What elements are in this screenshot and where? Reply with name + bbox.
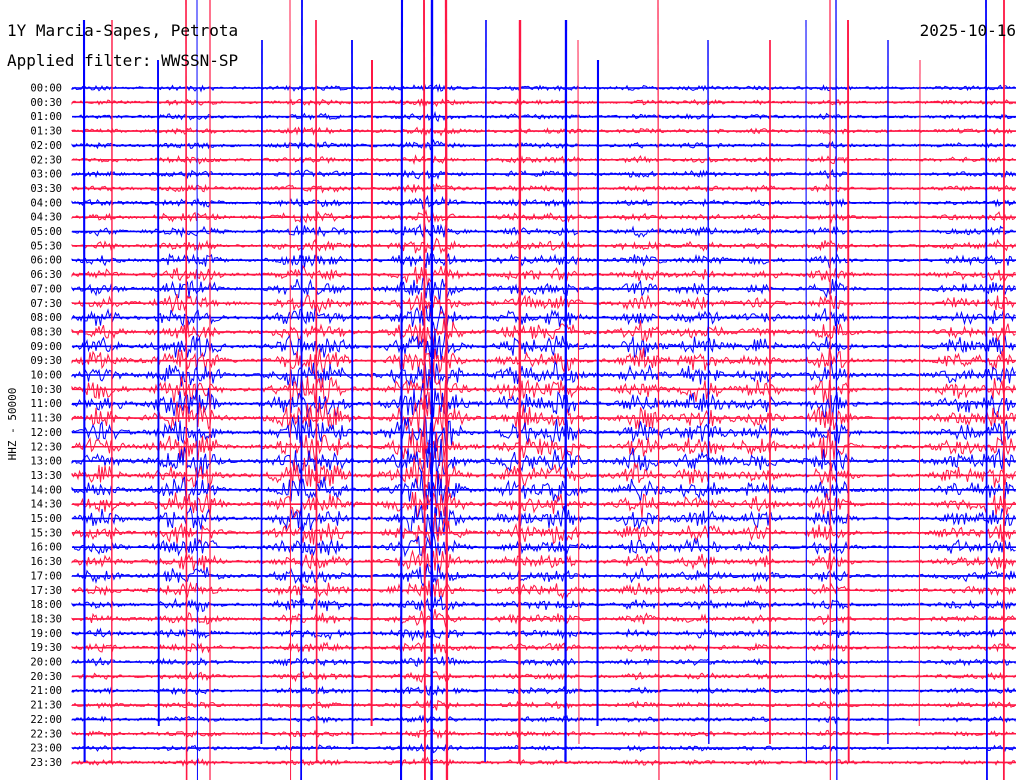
time-tick-label: 05:00 (30, 226, 62, 238)
time-tick-label: 23:00 (30, 743, 62, 755)
time-tick-label: 02:00 (30, 140, 62, 152)
time-tick-label: 14:00 (30, 484, 62, 496)
time-tick-label: 16:30 (30, 556, 62, 568)
trace-spike (185, 0, 188, 780)
time-tick-label: 00:30 (30, 97, 62, 109)
time-tick-label: 15:30 (30, 527, 62, 539)
time-tick-label: 07:00 (30, 283, 62, 295)
time-tick-label: 16:00 (30, 542, 62, 554)
trace-spike (315, 19, 318, 763)
helicorder-chart: 00:00 00:30 01:00 01:30 02:00 02:30 03:00 03:30… (0, 0, 1024, 780)
time-tick-label: 04:00 (30, 197, 62, 209)
time-tick-label: 07:30 (30, 298, 62, 310)
trace-spike (985, 0, 988, 780)
time-tick-label: 15:00 (30, 513, 62, 525)
trace-spike (835, 0, 838, 780)
time-tick-label: 22:00 (30, 714, 62, 726)
time-tick-label: 06:30 (30, 269, 62, 281)
time-tick-label: 17:30 (30, 585, 62, 597)
time-tick-label: 01:00 (30, 111, 62, 123)
time-tick-label: 19:30 (30, 642, 62, 654)
time-tick-label: 20:00 (30, 657, 62, 669)
trace-spike (444, 0, 449, 780)
trace-spike (157, 59, 160, 727)
time-tick-label: 19:00 (30, 628, 62, 640)
time-tick-label: 17:00 (30, 570, 62, 582)
time-tick-label: 03:30 (30, 183, 62, 195)
trace-spike (300, 0, 303, 780)
time-tick-label: 23:30 (30, 757, 62, 769)
time-tick-label: 09:00 (30, 341, 62, 353)
time-tick-label: 02:30 (30, 154, 62, 166)
time-tick-label: 14:30 (30, 499, 62, 511)
filter-label: Applied filter: WWSSN-SP (7, 51, 238, 70)
time-tick-label: 13:30 (30, 470, 62, 482)
trace-spike (596, 59, 600, 727)
time-tick-label: 08:30 (30, 326, 62, 338)
time-tick-label: 08:00 (30, 312, 62, 324)
time-tick-label: 12:30 (30, 441, 62, 453)
y-axis-label: HHZ - 50000 (6, 388, 19, 461)
time-tick-label: 13:00 (30, 456, 62, 468)
time-tick-label: 21:30 (30, 700, 62, 712)
time-tick-label: 22:30 (30, 728, 62, 740)
time-tick-label: 09:30 (30, 355, 62, 367)
trace-spike (399, 0, 404, 780)
trace-spike (82, 19, 86, 763)
time-tick-label: 11:00 (30, 398, 62, 410)
trace-spike (289, 0, 292, 780)
time-tick-label: 03:00 (30, 169, 62, 181)
time-tick-label: 04:30 (30, 212, 62, 224)
time-tick-label: 00:00 (30, 83, 62, 95)
time-tick-label: 01:30 (30, 126, 62, 138)
time-tick-label: 10:00 (30, 370, 62, 382)
time-tick-label: 06:00 (30, 255, 62, 267)
time-tick-label: 10:30 (30, 384, 62, 396)
station-title: 1Y Marcia-Sapes, Petrota (7, 21, 238, 40)
trace-spike (260, 39, 263, 745)
time-tick-label: 05:30 (30, 240, 62, 252)
trace-spike (707, 39, 710, 745)
time-tick-label: 12:00 (30, 427, 62, 439)
time-tick-label: 18:00 (30, 599, 62, 611)
trace-spike (518, 19, 522, 763)
trace-spike (423, 0, 426, 780)
trace-spike (351, 39, 354, 745)
time-tick-label: 18:30 (30, 613, 62, 625)
date-label: 2025-10-16 (920, 21, 1016, 40)
trace-spike (484, 19, 487, 763)
trace-spike (847, 19, 850, 763)
time-tick-label: 11:30 (30, 413, 62, 425)
time-tick-label: 21:00 (30, 685, 62, 697)
time-tick-label: 20:30 (30, 671, 62, 683)
